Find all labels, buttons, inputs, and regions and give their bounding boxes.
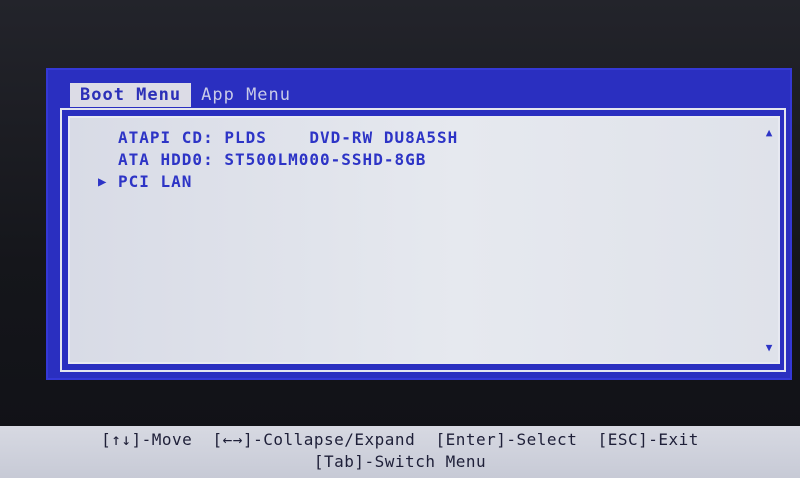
selection-pointer-icon: ▶ <box>98 174 107 190</box>
tab-app-menu[interactable]: App Menu <box>191 83 301 107</box>
boot-entry-ata-hdd0[interactable]: ATA HDD0: ST500LM000-SSHD-8GB <box>118 150 426 169</box>
boot-entry-pci-lan[interactable]: PCI LAN <box>118 172 192 191</box>
scroll-up-icon[interactable]: ▲ <box>762 126 776 139</box>
key-help-bar: [↑↓]-Move [←→]-Collapse/Expand [Enter]-S… <box>0 426 800 478</box>
boot-device-list: ATAPI CD: PLDS DVD-RW DU8A5SH ATA HDD0: … <box>68 116 780 364</box>
menu-tabs: Boot Menu App Menu <box>70 83 301 107</box>
scroll-down-icon[interactable]: ▼ <box>762 341 776 354</box>
scrollbar[interactable]: ▲ ▼ <box>762 124 776 356</box>
key-help-line-2: [Tab]-Switch Menu <box>313 452 487 471</box>
tab-boot-menu[interactable]: Boot Menu <box>70 83 192 107</box>
key-help-line-1: [↑↓]-Move [←→]-Collapse/Expand [Enter]-S… <box>101 430 699 449</box>
boot-entry-atapi-cd[interactable]: ATAPI CD: PLDS DVD-RW DU8A5SH <box>118 128 458 147</box>
boot-menu-dialog: Boot Menu App Menu ATAPI CD: PLDS DVD-RW… <box>46 68 792 380</box>
